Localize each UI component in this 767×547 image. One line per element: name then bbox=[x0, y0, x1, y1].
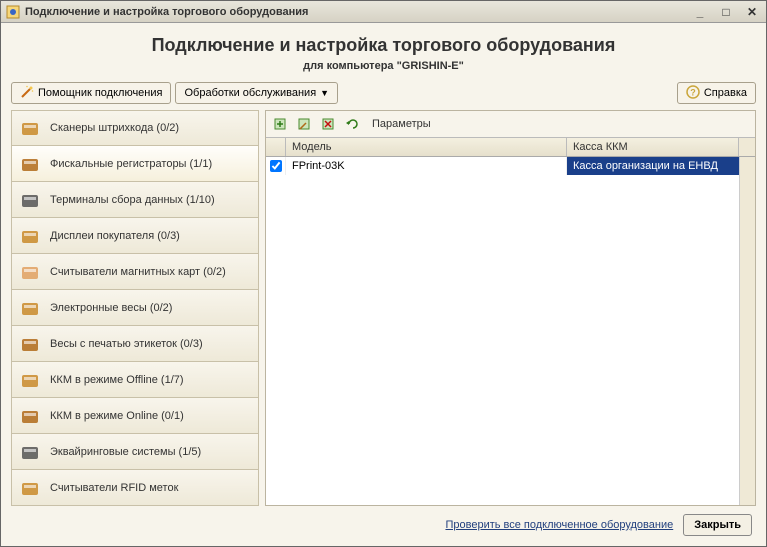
edit-icon[interactable] bbox=[296, 115, 314, 133]
sidebar-item-8[interactable]: ККМ в режиме Online (0/1) bbox=[11, 398, 259, 434]
maintenance-dropdown[interactable]: Обработки обслуживания ▼ bbox=[175, 82, 338, 104]
column-header-check[interactable] bbox=[266, 138, 286, 156]
sidebar-item-label: Фискальные регистраторы (1/1) bbox=[50, 158, 252, 170]
connection-wizard-button[interactable]: Помощник подключения bbox=[11, 82, 171, 104]
sidebar-item-7[interactable]: ККМ в режиме Offline (1/7) bbox=[11, 362, 259, 398]
scrollbar-head bbox=[739, 138, 755, 156]
sidebar-item-6[interactable]: Весы с печатью этикеток (0/3) bbox=[11, 326, 259, 362]
grid: Модель Касса ККМ FPrint-03KКасса организ… bbox=[266, 137, 755, 505]
rfid-icon bbox=[18, 476, 42, 500]
window-title: Подключение и настройка торгового оборуд… bbox=[25, 6, 690, 18]
sidebar-item-5[interactable]: Электронные весы (0/2) bbox=[11, 290, 259, 326]
sidebar-item-label: Считыватели RFID меток bbox=[50, 482, 252, 494]
app-icon bbox=[5, 4, 21, 20]
close-window-button[interactable]: ✕ bbox=[742, 4, 762, 20]
right-pane: Параметры Модель Касса ККМ FPrint-03KКас… bbox=[265, 110, 756, 506]
column-header-kassa[interactable]: Касса ККМ bbox=[567, 138, 739, 156]
sidebar-item-2[interactable]: Терминалы сбора данных (1/10) bbox=[11, 182, 259, 218]
cell-kassa: Касса организации на ЕНВД bbox=[567, 157, 739, 175]
label-scale-icon bbox=[18, 332, 42, 356]
sidebar-item-label: Сканеры штрихкода (0/2) bbox=[50, 122, 252, 134]
toolbar: Помощник подключения Обработки обслужива… bbox=[11, 82, 756, 104]
minimize-button[interactable]: _ bbox=[690, 4, 710, 20]
delete-icon[interactable] bbox=[320, 115, 338, 133]
kkm-online-icon bbox=[18, 404, 42, 428]
maintenance-label: Обработки обслуживания bbox=[184, 87, 316, 99]
content-area: Подключение и настройка торгового оборуд… bbox=[1, 23, 766, 546]
svg-text:?: ? bbox=[690, 87, 696, 97]
card-reader-icon bbox=[18, 260, 42, 284]
acquiring-icon bbox=[18, 440, 42, 464]
sidebar-item-1[interactable]: Фискальные регистраторы (1/1) bbox=[11, 146, 259, 182]
sidebar-item-4[interactable]: Считыватели магнитных карт (0/2) bbox=[11, 254, 259, 290]
page-heading: Подключение и настройка торгового оборуд… bbox=[11, 35, 756, 56]
sidebar-item-label: ККМ в режиме Online (0/1) bbox=[50, 410, 252, 422]
sidebar-item-label: Дисплеи покупателя (0/3) bbox=[50, 230, 252, 242]
page-subheading: для компьютера "GRISHIN-E" bbox=[11, 60, 756, 72]
customer-display-icon bbox=[18, 224, 42, 248]
check-all-link[interactable]: Проверить все подключенное оборудование bbox=[445, 519, 673, 531]
sidebar-item-label: Электронные весы (0/2) bbox=[50, 302, 252, 314]
cell-model: FPrint-03K bbox=[286, 157, 567, 175]
main-area: Сканеры штрихкода (0/2) Фискальные регист… bbox=[11, 110, 756, 506]
vertical-scrollbar[interactable] bbox=[739, 157, 755, 505]
sidebar-item-10[interactable]: Считыватели RFID меток bbox=[11, 470, 259, 506]
column-header-model[interactable]: Модель bbox=[286, 138, 567, 156]
grid-rows: FPrint-03KКасса организации на ЕНВД bbox=[266, 157, 739, 505]
sidebar-item-label: ККМ в режиме Offline (1/7) bbox=[50, 374, 252, 386]
data-terminal-icon bbox=[18, 188, 42, 212]
chevron-down-icon: ▼ bbox=[320, 88, 329, 98]
sidebar-item-label: Считыватели магнитных карт (0/2) bbox=[50, 266, 252, 278]
kkm-offline-icon bbox=[18, 368, 42, 392]
sidebar: Сканеры штрихкода (0/2) Фискальные регист… bbox=[11, 110, 259, 506]
grid-toolbar: Параметры bbox=[266, 111, 755, 137]
sidebar-item-3[interactable]: Дисплеи покупателя (0/3) bbox=[11, 218, 259, 254]
sidebar-item-label: Терминалы сбора данных (1/10) bbox=[50, 194, 252, 206]
row-checkbox-cell bbox=[266, 157, 286, 175]
params-label: Параметры bbox=[372, 118, 431, 130]
scale-icon bbox=[18, 296, 42, 320]
barcode-scanner-icon bbox=[18, 116, 42, 140]
sidebar-item-label: Весы с печатью этикеток (0/3) bbox=[50, 338, 252, 350]
help-label: Справка bbox=[704, 87, 747, 99]
help-button[interactable]: ? Справка bbox=[677, 82, 756, 104]
maximize-button[interactable]: □ bbox=[716, 4, 736, 20]
sidebar-item-0[interactable]: Сканеры штрихкода (0/2) bbox=[11, 110, 259, 146]
add-icon[interactable] bbox=[272, 115, 290, 133]
wand-icon bbox=[20, 85, 34, 102]
titlebar: Подключение и настройка торгового оборуд… bbox=[1, 1, 766, 23]
sidebar-item-9[interactable]: Эквайринговые системы (1/5) bbox=[11, 434, 259, 470]
close-button[interactable]: Закрыть bbox=[683, 514, 752, 536]
bottom-bar: Проверить все подключенное оборудование … bbox=[11, 506, 756, 540]
wizard-label: Помощник подключения bbox=[38, 87, 162, 99]
sidebar-item-label: Эквайринговые системы (1/5) bbox=[50, 446, 252, 458]
table-row[interactable]: FPrint-03KКасса организации на ЕНВД bbox=[266, 157, 739, 175]
grid-header: Модель Касса ККМ bbox=[266, 138, 755, 157]
refresh-icon[interactable] bbox=[344, 115, 362, 133]
row-checkbox[interactable] bbox=[270, 160, 282, 172]
help-icon: ? bbox=[686, 85, 700, 102]
fiscal-register-icon bbox=[18, 152, 42, 176]
